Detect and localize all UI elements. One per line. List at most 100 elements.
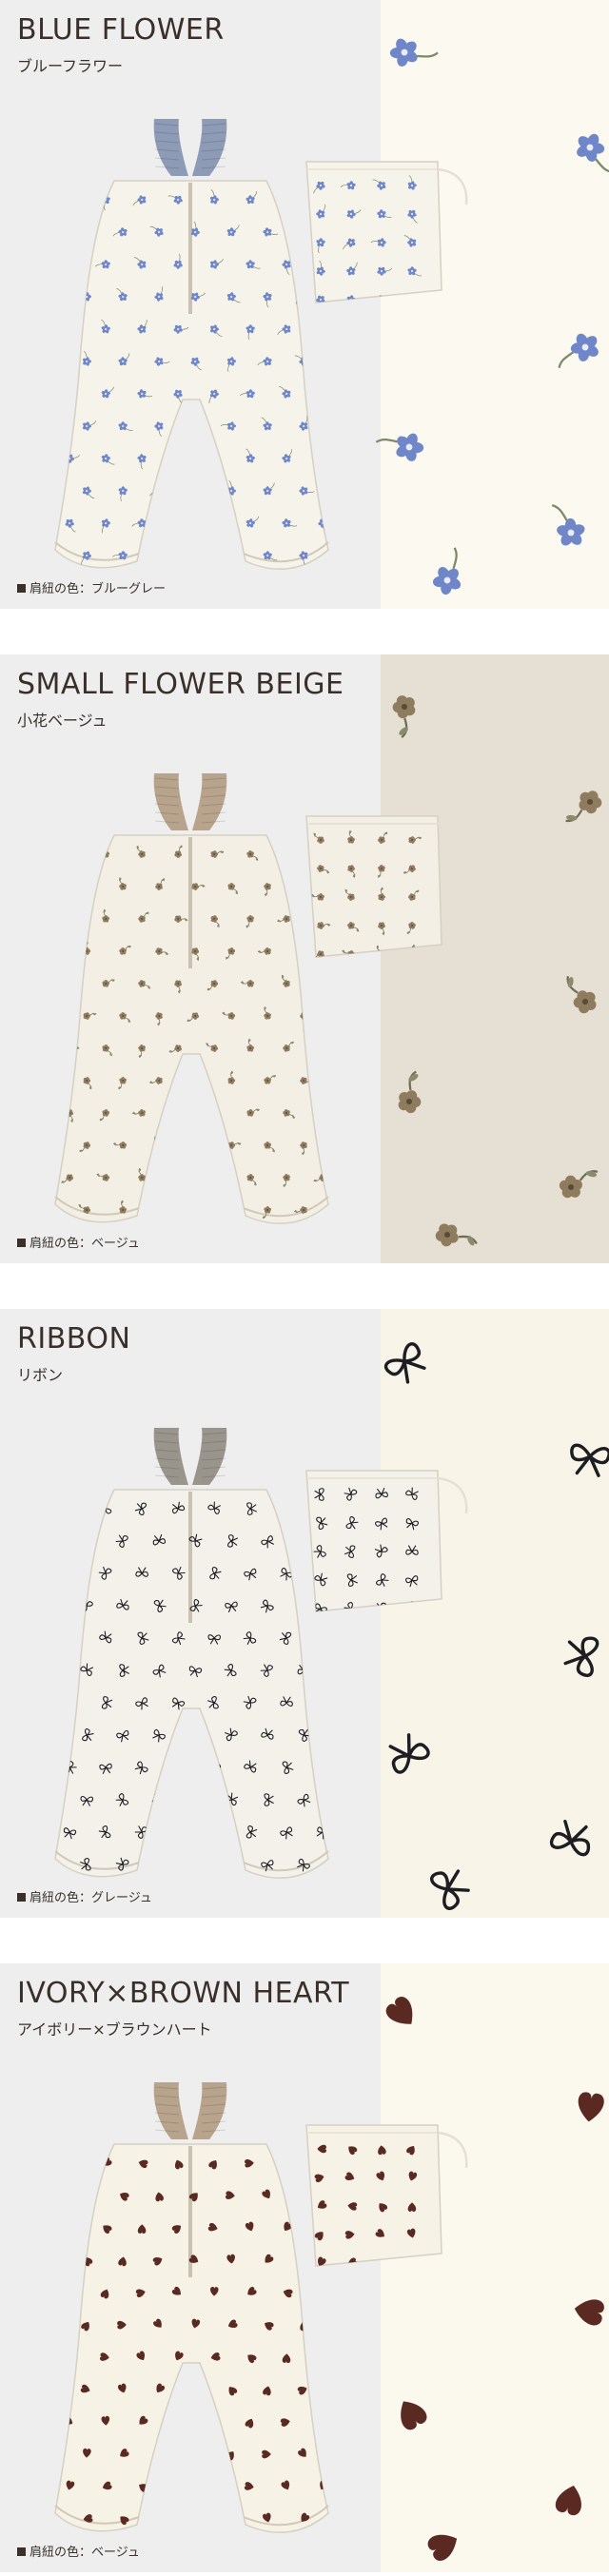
small-flower-icon bbox=[171, 1104, 182, 1117]
heart-icon bbox=[188, 2516, 199, 2525]
small-flower-icon bbox=[191, 1206, 206, 1214]
small-flower-icon bbox=[187, 1074, 199, 1084]
strap-label: 肩紐の色： bbox=[29, 582, 92, 596]
ribbon-icon bbox=[171, 1761, 183, 1774]
strap-color-note: 肩紐の色：グレージュ bbox=[17, 1887, 152, 1905]
heart-icon bbox=[63, 2354, 72, 2364]
ribbon-icon bbox=[171, 1825, 186, 1837]
heart-icon bbox=[319, 2289, 328, 2299]
variant-subtitle: ブルーフラワー bbox=[17, 57, 124, 75]
strap-color-value: ベージュ bbox=[91, 1237, 140, 1251]
blue-flower-icon bbox=[226, 550, 242, 560]
small-flower-icon bbox=[227, 1206, 237, 1220]
variant-title: SMALL FLOWER BEIGE bbox=[17, 668, 344, 701]
ribbon-icon bbox=[79, 1534, 92, 1548]
blue-flower-icon bbox=[59, 324, 74, 334]
small-flower-icon bbox=[283, 850, 290, 865]
small-flower-icon bbox=[319, 1044, 328, 1052]
heart-icon bbox=[191, 2450, 201, 2461]
heart-icon bbox=[154, 2515, 164, 2526]
small-flower-icon bbox=[174, 1169, 185, 1181]
small-flower-icon bbox=[210, 1174, 225, 1181]
blue-flower-icon bbox=[282, 195, 298, 205]
swatch-background bbox=[381, 1963, 609, 2572]
small-flower-icon bbox=[191, 1136, 201, 1149]
bullet-square-icon bbox=[17, 1893, 26, 1902]
product-variant-ribbon: RIBBON リボン 肩紐の色：グレージュ bbox=[0, 1309, 609, 1918]
heart-icon bbox=[316, 2354, 326, 2363]
ribbon-icon bbox=[316, 1630, 328, 1644]
bullet-square-icon bbox=[17, 584, 26, 593]
blue-flower-icon bbox=[169, 517, 183, 528]
blue-flower-icon bbox=[66, 195, 78, 207]
strap-color-note: 肩紐の色：ベージュ bbox=[17, 1233, 140, 1251]
variant-subtitle: アイボリー×ブラウンハート bbox=[17, 2020, 212, 2039]
swatch-background bbox=[381, 0, 609, 609]
heart-icon bbox=[316, 2415, 325, 2425]
blue-flower-icon bbox=[65, 382, 74, 399]
ribbon-icon bbox=[188, 1728, 200, 1742]
ribbon-icon bbox=[63, 1505, 76, 1515]
heart-icon bbox=[83, 2190, 93, 2198]
strap-label: 肩紐の色： bbox=[29, 1891, 92, 1905]
ribbon-icon bbox=[317, 1696, 328, 1709]
product-variant-ivory-brown-heart: IVORY×BROWN HEART アイボリー×ブラウンハート 肩紐の色：ベージ… bbox=[0, 1963, 609, 2572]
heart-icon bbox=[66, 2222, 76, 2232]
drawstring-bag bbox=[305, 161, 442, 303]
heart-icon bbox=[281, 2156, 289, 2166]
heart-icon bbox=[65, 2157, 74, 2167]
product-illustration bbox=[54, 1963, 609, 2572]
strap-color-note: 肩紐の色：ブルーグレー bbox=[17, 578, 166, 596]
strap-color-value: ブルーグレー bbox=[91, 582, 167, 596]
strap-color-value: グレージュ bbox=[91, 1891, 152, 1905]
bullet-square-icon bbox=[17, 2547, 26, 2556]
variant-title: IVORY×BROWN HEART bbox=[17, 1977, 350, 2010]
product-illustration bbox=[54, 654, 609, 1263]
ribbon-icon bbox=[316, 1761, 328, 1775]
ribbon-icon bbox=[188, 1792, 203, 1805]
small-flower-icon bbox=[62, 850, 74, 862]
heart-icon bbox=[207, 2484, 217, 2493]
strap-label: 肩紐の色： bbox=[29, 1237, 92, 1251]
ribbon-icon bbox=[63, 1695, 77, 1709]
product-variant-small-flower-beige: SMALL FLOWER BEIGE 小花ベージュ 肩紐の色：ベージュ bbox=[0, 654, 609, 1263]
small-flower-icon bbox=[61, 913, 74, 923]
ribbon-icon bbox=[152, 1858, 166, 1869]
ribbon-icon bbox=[62, 1567, 74, 1580]
ribbon-icon bbox=[297, 1599, 308, 1612]
blue-flower-icon bbox=[64, 260, 74, 275]
blue-flower-icon bbox=[318, 382, 327, 399]
blue-flower-icon bbox=[312, 324, 327, 334]
blue-flower-icon bbox=[82, 227, 91, 243]
heart-icon bbox=[174, 2483, 183, 2493]
heart-icon bbox=[191, 2385, 202, 2394]
strap-color-note: 肩紐の色：ベージュ bbox=[17, 2542, 140, 2560]
variant-subtitle: リボン bbox=[17, 1366, 64, 1384]
bullet-square-icon bbox=[17, 1239, 26, 1247]
blue-flower-icon bbox=[190, 544, 200, 560]
drawstring-bag bbox=[305, 2124, 442, 2267]
blue-flower-icon bbox=[209, 512, 219, 528]
heart-icon bbox=[67, 2289, 75, 2299]
ribbon-icon bbox=[189, 1858, 203, 1871]
heart-icon bbox=[174, 2418, 185, 2427]
product-illustration bbox=[54, 1309, 609, 1918]
product-illustration bbox=[54, 0, 609, 609]
swatch-background bbox=[381, 1309, 609, 1918]
ribbon-icon bbox=[280, 1502, 294, 1516]
blue-flower-icon bbox=[318, 454, 328, 463]
heart-icon bbox=[225, 2513, 235, 2523]
small-flower-icon bbox=[319, 1109, 326, 1123]
blue-flower-icon bbox=[151, 547, 164, 560]
small-flower-icon bbox=[294, 883, 307, 891]
heart-icon bbox=[155, 2450, 166, 2460]
small-flower-icon bbox=[297, 943, 307, 955]
product-variant-blue-flower: BLUE FLOWER ブルーフラワー 肩紐の色：ブルーグレー bbox=[0, 0, 609, 609]
swatch-background bbox=[381, 654, 609, 1263]
heart-icon bbox=[300, 2256, 310, 2265]
ribbon-icon bbox=[63, 1630, 77, 1644]
drawstring-bag bbox=[305, 1470, 442, 1612]
variant-title: RIBBON bbox=[17, 1322, 131, 1356]
ribbon-icon bbox=[207, 1825, 222, 1839]
small-flower-icon bbox=[66, 973, 74, 987]
